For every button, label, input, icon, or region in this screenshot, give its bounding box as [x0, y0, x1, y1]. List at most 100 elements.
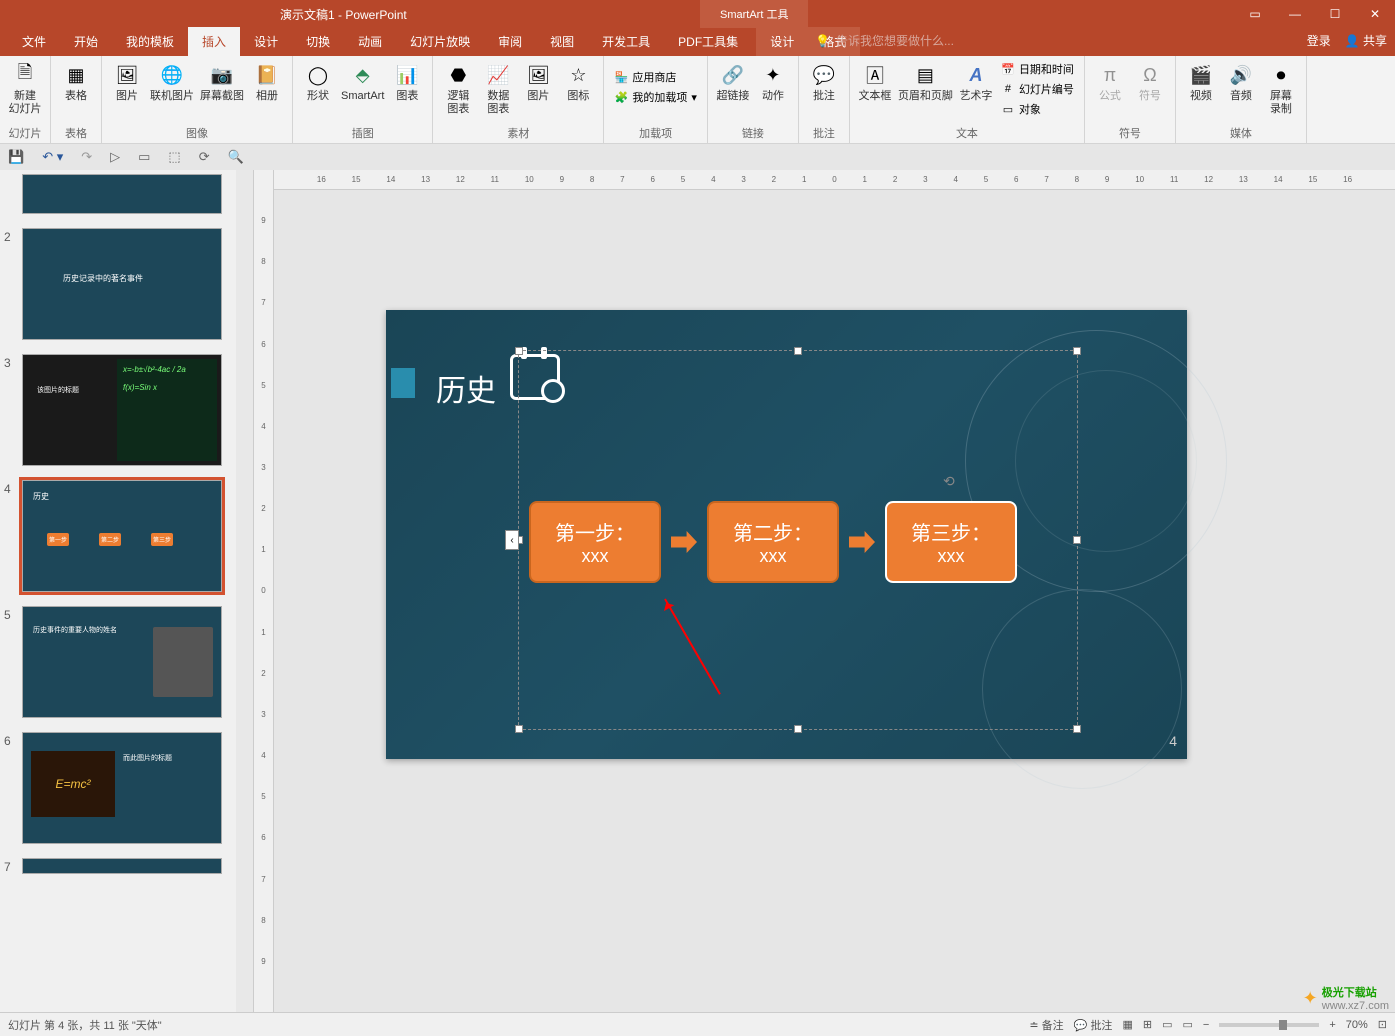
tab-animations[interactable]: 动画	[344, 27, 396, 56]
minimize-icon[interactable]: —	[1275, 0, 1315, 28]
qat-search-icon[interactable]: 🔍	[228, 149, 244, 165]
slide-canvas[interactable]: 历史 ‹ 第一步：xxx 第二步：xxx	[386, 310, 1187, 759]
tab-home[interactable]: 开始	[60, 27, 112, 56]
smartart-step-1[interactable]: 第一步：xxx	[529, 501, 661, 583]
tab-insert[interactable]: 插入	[188, 27, 240, 56]
maximize-icon[interactable]: ☐	[1315, 0, 1355, 28]
qat-icon-3[interactable]: ⬚	[168, 149, 180, 165]
handle-tr[interactable]	[1073, 347, 1081, 355]
online-picture-button[interactable]: 🌐联机图片	[148, 60, 196, 105]
zoom-in-icon[interactable]: +	[1329, 1019, 1335, 1031]
status-left: 幻灯片 第 4 张，共 11 张 "天体"	[8, 1017, 162, 1033]
comment-label: 批注	[813, 90, 835, 103]
handle-br[interactable]	[1073, 725, 1081, 733]
logic-chart-button[interactable]: ⬣逻辑 图表	[439, 60, 477, 118]
thumb-4-title: 历史	[33, 491, 49, 502]
thumb-1[interactable]	[22, 174, 222, 214]
handle-bc[interactable]	[794, 725, 802, 733]
view-reading-icon[interactable]: ▭	[1162, 1018, 1172, 1031]
smartart-text-pane-toggle[interactable]: ‹	[505, 530, 519, 550]
screenshot-button[interactable]: 📷屏幕截图	[198, 60, 246, 105]
table-button[interactable]: ▦表格	[57, 60, 95, 105]
qat-undo-icon[interactable]: ↶ ▾	[42, 149, 63, 165]
data-chart-button[interactable]: 📈数据 图表	[479, 60, 517, 118]
qat-save-icon[interactable]: 💾	[8, 149, 24, 165]
zoom-out-icon[interactable]: −	[1203, 1019, 1209, 1031]
textbox-button[interactable]: 🄰文本框	[856, 60, 894, 105]
stock-icon-button[interactable]: ☆图标	[559, 60, 597, 105]
handle-mr[interactable]	[1073, 536, 1081, 544]
tab-review[interactable]: 审阅	[484, 27, 536, 56]
smartart-selection[interactable]: ‹ 第一步：xxx 第二步：xxx ⟲第三步：xxx	[518, 350, 1078, 730]
bulb-icon: 💡	[815, 34, 830, 48]
my-addins-button[interactable]: 🧩我的加载项 ▾	[610, 88, 701, 106]
smartart-step-3[interactable]: ⟲第三步：xxx	[885, 501, 1017, 583]
group-illus-label: 插图	[299, 123, 426, 143]
tab-templates[interactable]: 我的模板	[112, 27, 188, 56]
qat-icon-4[interactable]: ⟳	[199, 149, 210, 165]
view-normal-icon[interactable]: ▦	[1122, 1018, 1132, 1031]
ribbon-options-icon[interactable]: ▭	[1235, 0, 1275, 28]
new-slide-button[interactable]: 🗎新建 幻灯片	[6, 60, 44, 118]
share-button[interactable]: 👤 共享	[1345, 32, 1387, 49]
audio-button[interactable]: 🔊音频	[1222, 60, 1260, 105]
picture-button[interactable]: 🖼图片	[108, 60, 146, 105]
store-button[interactable]: 🏪应用商店	[610, 68, 701, 86]
view-sorter-icon[interactable]: ⊞	[1143, 1018, 1152, 1031]
tab-transitions[interactable]: 切换	[292, 27, 344, 56]
tab-slideshow[interactable]: 幻灯片放映	[396, 27, 484, 56]
header-footer-button[interactable]: ▤页眉和页脚	[896, 60, 955, 105]
audio-label: 音频	[1230, 90, 1252, 103]
handle-tc[interactable]	[794, 347, 802, 355]
slide-thumbnails[interactable]: 2历史记录中的著名事件 3该图片的标题x=-b±√b²-4ac / 2af(x)…	[0, 170, 253, 1012]
qat-redo-icon[interactable]: ↷	[81, 149, 92, 165]
tab-view[interactable]: 视图	[536, 27, 588, 56]
handle-bl[interactable]	[515, 725, 523, 733]
tab-developer[interactable]: 开发工具	[588, 27, 664, 56]
slidenum-button[interactable]: #幻灯片编号	[997, 80, 1078, 98]
thumb-6[interactable]: E=mc²而此图片的标题	[22, 732, 222, 844]
object-label: 对象	[1019, 101, 1041, 117]
smartart-button[interactable]: ⬘SmartArt	[339, 60, 386, 105]
screenrec-button[interactable]: ⏺屏幕 录制	[1262, 60, 1300, 118]
rotate-handle-icon[interactable]: ⟲	[943, 473, 959, 489]
group-media-label: 媒体	[1182, 123, 1300, 143]
zoom-level[interactable]: 70%	[1346, 1019, 1368, 1031]
qat-start-icon[interactable]: ▷	[110, 149, 120, 165]
album-button[interactable]: 📔相册	[248, 60, 286, 105]
login-link[interactable]: 登录	[1307, 32, 1331, 49]
thumb-num: 7	[4, 858, 22, 874]
wordart-button[interactable]: A艺术字	[957, 60, 995, 105]
video-button[interactable]: 🎬视频	[1182, 60, 1220, 105]
zoom-slider[interactable]	[1219, 1023, 1319, 1027]
handle-tl[interactable]	[515, 347, 523, 355]
tab-design[interactable]: 设计	[240, 27, 292, 56]
thumb-2[interactable]: 历史记录中的著名事件	[22, 228, 222, 340]
smartart-step-2[interactable]: 第二步：xxx	[707, 501, 839, 583]
tab-pdf[interactable]: PDF工具集	[664, 27, 752, 56]
status-comments[interactable]: 💬 批注	[1074, 1017, 1113, 1033]
status-notes[interactable]: ≐ 备注	[1029, 1017, 1063, 1033]
tell-me-search[interactable]: 💡告诉我您想要做什么...	[815, 32, 954, 49]
thumb-4[interactable]: 历史第一步第二步第三步	[22, 480, 222, 592]
stock-picture-button[interactable]: 🖼图片	[519, 60, 557, 105]
chart-button[interactable]: 📊图表	[388, 60, 426, 105]
shapes-button[interactable]: ◯形状	[299, 60, 337, 105]
header-icon: ▤	[912, 62, 938, 88]
comment-button[interactable]: 💬批注	[805, 60, 843, 105]
tab-smartart-design[interactable]: 设计	[756, 27, 808, 56]
slide-title[interactable]: 历史	[436, 366, 496, 410]
view-slideshow-icon[interactable]: ▭	[1182, 1018, 1192, 1031]
action-button[interactable]: ✦动作	[754, 60, 792, 105]
hyperlink-button[interactable]: 🔗超链接	[714, 60, 752, 105]
object-button[interactable]: ▭对象	[997, 100, 1078, 118]
thumb-5[interactable]: 历史事件的重要人物的姓名	[22, 606, 222, 718]
thumb-3[interactable]: 该图片的标题x=-b±√b²-4ac / 2af(x)=Sin x	[22, 354, 222, 466]
close-icon[interactable]: ✕	[1355, 0, 1395, 28]
qat-icon-2[interactable]: ▭	[138, 149, 150, 165]
datetime-button[interactable]: 📅日期和时间	[997, 60, 1078, 78]
fit-icon[interactable]: ⊡	[1378, 1018, 1387, 1031]
thumb-7[interactable]	[22, 858, 222, 874]
thumb-scrollbar[interactable]	[236, 170, 253, 1012]
tab-file[interactable]: 文件	[8, 27, 60, 56]
